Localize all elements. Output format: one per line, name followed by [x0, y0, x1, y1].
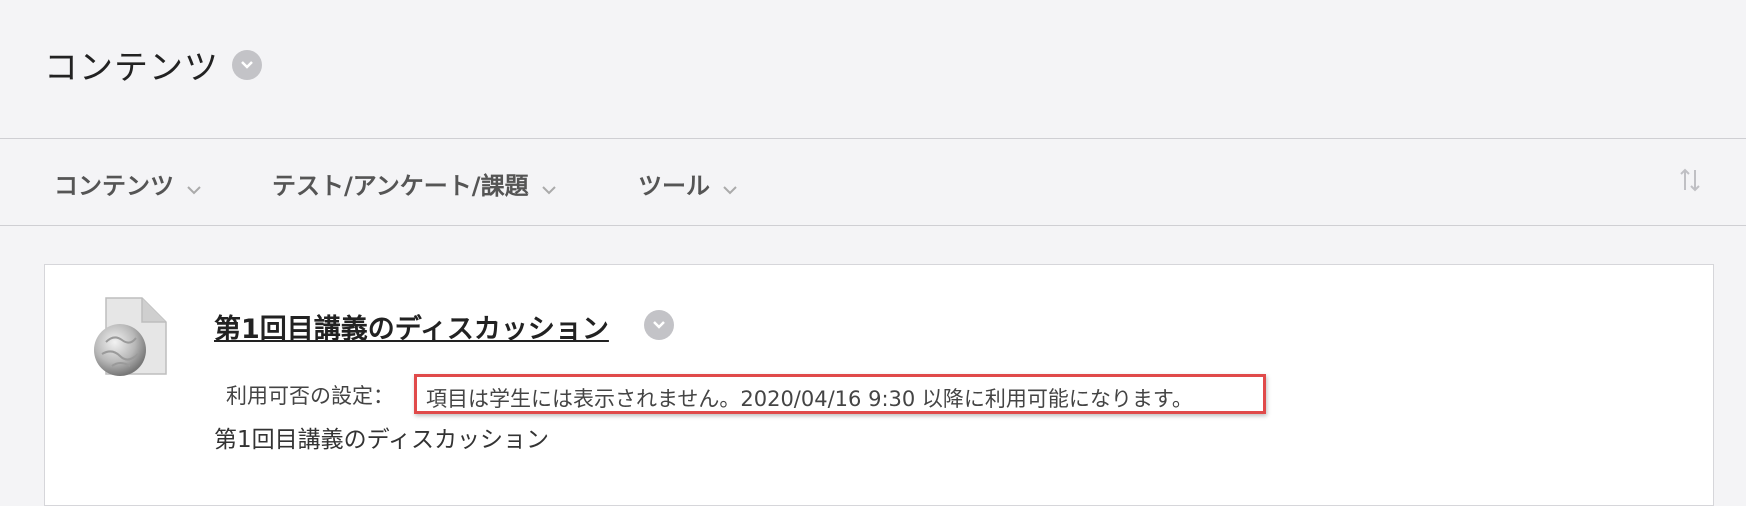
action-bar-divider: [0, 225, 1746, 226]
menu-test-survey-assignment-label: テスト/アンケート/課題: [272, 172, 529, 200]
chevron-down-icon: [722, 173, 738, 201]
action-bar: [0, 139, 1746, 225]
menu-content[interactable]: コンテンツ: [54, 166, 202, 200]
chevron-down-icon: [541, 173, 557, 201]
content-item-title-link[interactable]: 第1回目講義のディスカッション: [214, 307, 609, 346]
menu-tools[interactable]: ツール: [638, 166, 738, 200]
menu-content-label: コンテンツ: [54, 172, 174, 200]
menu-test-survey-assignment[interactable]: テスト/アンケート/課題: [272, 166, 557, 200]
item-options-chevron-icon[interactable]: [644, 310, 674, 340]
availability-status-text: 項目は学生には表示されません。2020/04/16 9:30 以降に利用可能にな…: [414, 374, 1266, 414]
sort-icon[interactable]: [1678, 166, 1702, 194]
page-options-chevron-icon[interactable]: [232, 50, 262, 80]
menu-tools-label: ツール: [638, 172, 710, 200]
page-header: コンテンツ: [0, 0, 1746, 138]
availability-label: 利用可否の設定：: [226, 384, 394, 408]
discussion-globe-document-icon: [92, 296, 170, 378]
chevron-down-icon: [186, 173, 202, 201]
content-item-description: 第1回目講義のディスカッション: [214, 427, 550, 453]
page-title: コンテンツ: [44, 48, 219, 88]
